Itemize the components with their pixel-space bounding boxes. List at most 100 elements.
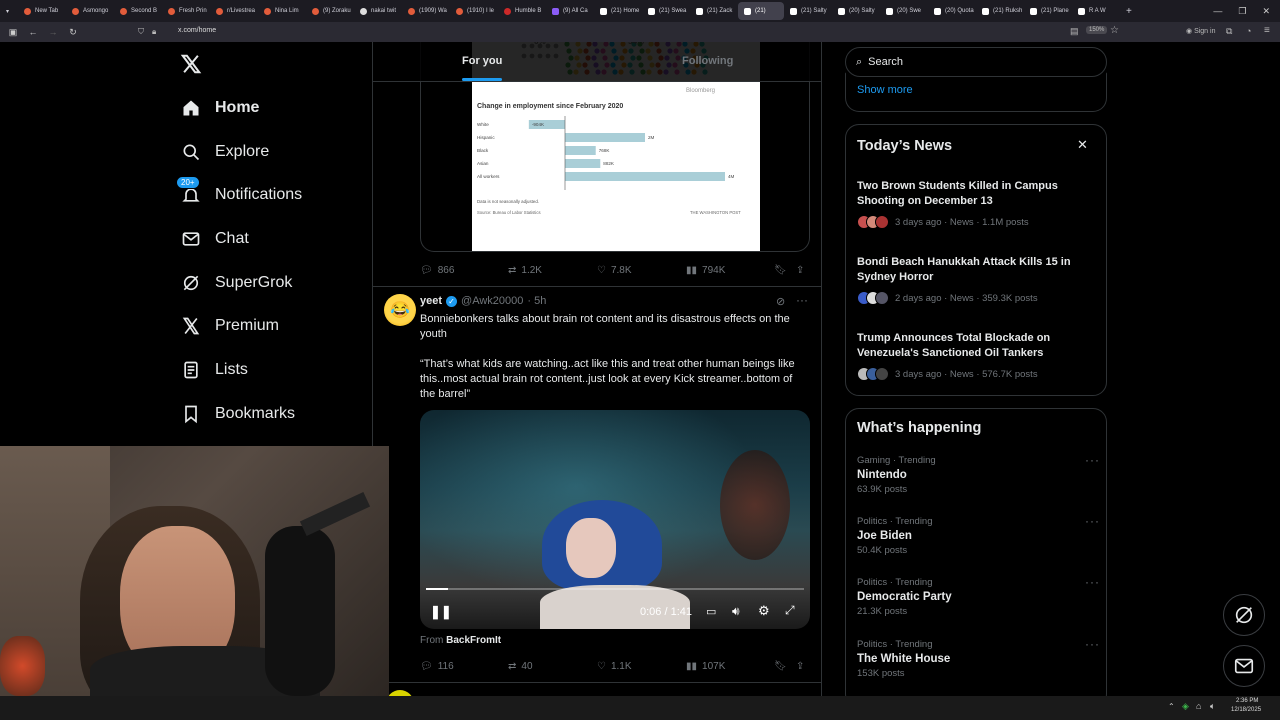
more-options-icon[interactable]: ··· [1085, 575, 1100, 589]
account-menu-icon[interactable]: ◔ [1246, 26, 1251, 36]
browser-tab[interactable]: (21) Swea [642, 0, 690, 22]
browser-tab[interactable]: (21) [738, 2, 784, 20]
clock-date[interactable]: 12/18/2025 [1231, 707, 1261, 713]
speaker-icon[interactable]: 🔈︎ [1210, 701, 1215, 712]
browser-tab[interactable]: nakai twit [354, 0, 402, 22]
browser-tab[interactable]: (21) Plane [1024, 0, 1072, 22]
grok-icon[interactable]: ⊘ [776, 295, 785, 308]
browser-tab[interactable]: Nina Lim [258, 0, 306, 22]
close-icon[interactable]: ✕ [1077, 137, 1088, 153]
browser-tab[interactable]: (21) Ruksh [976, 0, 1024, 22]
browser-tab[interactable]: Second B [114, 0, 162, 22]
bookmark-button[interactable]: 🔖︎ [774, 265, 787, 276]
views-button[interactable]: ▮▮ 107K [686, 661, 725, 672]
settings-icon[interactable]: ⚙ [758, 603, 770, 619]
extensions-icon[interactable]: ⧉ [1226, 26, 1232, 37]
reload-icon[interactable]: ↻ [66, 27, 80, 38]
search-input[interactable]: ⌕ Search [845, 47, 1107, 77]
show-more-link[interactable]: Show more [857, 84, 913, 96]
volume-icon[interactable]: 🔊︎ [732, 604, 740, 619]
share-button[interactable]: ⇪ [796, 661, 804, 672]
trend-item[interactable]: Politics · Trending Joe Biden 50.4K posts ·… [857, 514, 1102, 566]
video-source-link[interactable]: BackFromIt [446, 635, 501, 646]
reply-button[interactable]: 💬︎ 116 [420, 661, 454, 672]
author-handle[interactable]: @Awk20000 [461, 295, 523, 307]
browser-tab[interactable]: (1909) Wa [402, 0, 450, 22]
browser-tab[interactable]: Asmongo [66, 0, 114, 22]
views-button[interactable]: ▮▮ 794K [686, 265, 725, 276]
nav-item-explore[interactable]: Explore [180, 137, 269, 167]
browser-tab[interactable]: (20) Swe [880, 0, 928, 22]
more-options-icon[interactable]: ··· [1085, 514, 1100, 528]
browser-tab[interactable]: Humble B [498, 0, 546, 22]
browser-tab[interactable]: (9) All Ca [546, 0, 594, 22]
browser-tab[interactable]: r/Livestrea [210, 0, 258, 22]
nav-item-notifications[interactable]: 20+ Notifications [176, 176, 302, 210]
bookmark-button[interactable]: 🔖︎ [774, 661, 787, 672]
nav-item-lists[interactable]: Lists [180, 355, 248, 385]
sidebar-toggle-icon[interactable]: ▣ [6, 27, 20, 38]
new-tab-icon[interactable]: + [1120, 0, 1138, 22]
more-options-icon[interactable]: ··· [796, 293, 808, 307]
browser-tab[interactable]: (20) Quota [928, 0, 976, 22]
video-progress-track[interactable] [426, 588, 804, 590]
trend-item[interactable]: Politics · Trending Democratic Party 21.3K… [857, 575, 1102, 627]
video-player[interactable]: ❚❚ 0:06 / 1:41 ▭ 🔊︎ ⚙ ⤢ [420, 410, 810, 629]
like-button[interactable]: ♡ 1.1K [597, 661, 632, 672]
forward-icon[interactable]: → [46, 27, 60, 37]
main-feed[interactable]: For you Following 6%54%BloombergChange i… [372, 42, 822, 720]
trend-item[interactable]: Politics · Trending The White House 153K p… [857, 637, 1102, 689]
more-options-icon[interactable]: ··· [1085, 453, 1100, 467]
browser-tab[interactable]: New Tab [18, 0, 66, 22]
browser-tab[interactable]: Fresh Prin [162, 0, 210, 22]
browser-tab[interactable]: (21) Home [594, 0, 642, 22]
minimize-icon[interactable]: — [1213, 6, 1222, 16]
tab-for-you[interactable]: For you [462, 55, 502, 67]
back-icon[interactable]: ← [26, 27, 40, 37]
shield-icon[interactable]: ⛉ [138, 27, 144, 37]
menu-icon[interactable]: ≡ [1264, 25, 1270, 36]
avatar[interactable]: 😂 [384, 294, 416, 326]
reply-button[interactable]: 💬︎ 866 [420, 265, 454, 276]
trend-item[interactable]: Gaming · Trending Nintendo 63.9K posts ··· [857, 453, 1102, 505]
nav-item-bookmarks[interactable]: Bookmarks [180, 399, 295, 429]
grok-fab[interactable] [1223, 594, 1265, 636]
x-logo-icon[interactable] [180, 53, 202, 80]
tab-list-icon[interactable]: ▾ [0, 0, 18, 22]
news-item[interactable]: Bondi Beach Hanukkah Attack Kills 15 in … [857, 255, 1097, 305]
browser-tab[interactable]: (21) Zack [690, 0, 738, 22]
nav-item-supergrok[interactable]: SuperGrok [180, 268, 292, 298]
repost-button[interactable]: ⇄ 1.2K [508, 265, 542, 276]
fullscreen-icon[interactable]: ⤢ [785, 603, 795, 618]
nav-item-premium[interactable]: Premium [180, 311, 279, 341]
restore-icon[interactable]: ❐ [1238, 6, 1246, 17]
sign-in-button[interactable]: ◉ Sign in [1186, 27, 1215, 35]
nav-item-home[interactable]: Home [180, 93, 259, 123]
tray-app-icon[interactable]: ◈ [1182, 701, 1189, 712]
close-window-icon[interactable]: ✕ [1262, 6, 1270, 17]
more-options-icon[interactable]: ··· [1085, 637, 1100, 651]
author-name[interactable]: yeet [420, 295, 442, 307]
reader-icon[interactable]: ▤ [1070, 26, 1079, 37]
zoom-level[interactable]: 150% [1086, 26, 1108, 34]
clock-time[interactable]: 2:36 PM [1236, 698, 1258, 704]
bookmark-star-icon[interactable]: ☆ [1110, 25, 1119, 36]
browser-tab[interactable]: R A W [1072, 0, 1120, 22]
url-text[interactable]: x.com/home [178, 27, 216, 34]
browser-tab[interactable]: (1910) I le [450, 0, 498, 22]
repost-button[interactable]: ⇄ 40 [508, 661, 533, 672]
tab-following[interactable]: Following [682, 55, 733, 67]
pause-icon[interactable]: ❚❚ [430, 604, 452, 620]
like-button[interactable]: ♡ 7.8K [597, 265, 632, 276]
browser-tab[interactable]: (9) Zoraku [306, 0, 354, 22]
share-button[interactable]: ⇪ [796, 265, 804, 276]
network-icon[interactable]: ⌂ [1196, 701, 1201, 711]
tray-chevron-icon[interactable]: ⌃ [1168, 702, 1175, 711]
captions-icon[interactable]: ▭ [706, 605, 716, 618]
browser-tab[interactable]: (21) Salty [784, 0, 832, 22]
browser-tab[interactable]: (20) Salty [832, 0, 880, 22]
news-item[interactable]: Trump Announces Total Blockade on Venezu… [857, 331, 1097, 381]
messages-fab[interactable] [1223, 645, 1265, 687]
post-time[interactable]: · 5h [527, 295, 546, 307]
news-item[interactable]: Two Brown Students Killed in Campus Shoo… [857, 179, 1097, 229]
